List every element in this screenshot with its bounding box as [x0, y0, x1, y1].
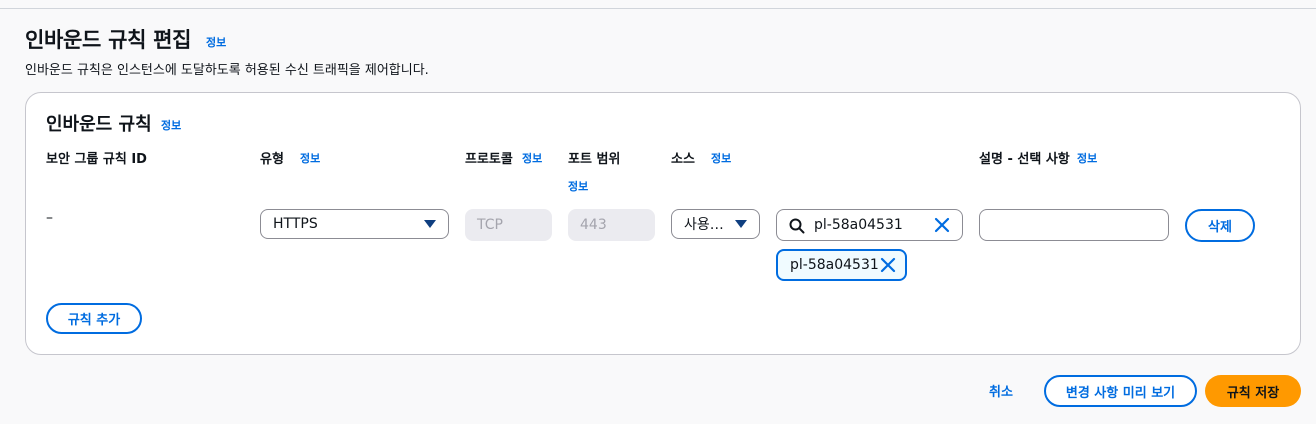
port-range-field: 443: [568, 209, 655, 241]
source-token: pl-58a04531: [776, 249, 907, 281]
source-search-input[interactable]: [814, 210, 924, 240]
col-header-rule-id: 보안 그룹 규칙 ID: [46, 152, 147, 167]
protocol-info-link[interactable]: 정보: [522, 150, 542, 166]
save-rules-button[interactable]: 규칙 저장: [1205, 375, 1301, 407]
close-icon[interactable]: [880, 257, 896, 273]
panel-title: 인바운드 규칙: [46, 114, 152, 135]
col-header-source: 소스: [671, 152, 695, 167]
description-input[interactable]: [979, 209, 1169, 241]
protocol-field: TCP: [465, 209, 552, 241]
col-header-type: 유형: [260, 152, 284, 167]
rule-id-value: –: [46, 210, 53, 226]
delete-rule-button[interactable]: 삭제: [1185, 209, 1255, 242]
caret-down-icon: [735, 220, 747, 228]
port-range-info-link[interactable]: 정보: [568, 178, 588, 194]
type-select[interactable]: HTTPS: [260, 209, 449, 239]
type-info-link[interactable]: 정보: [300, 150, 320, 166]
preview-changes-button[interactable]: 변경 사항 미리 보기: [1044, 375, 1197, 407]
source-token-label: pl-58a04531: [790, 257, 879, 273]
source-search-field[interactable]: [776, 209, 963, 241]
col-header-protocol: 프로토콜: [465, 152, 513, 167]
top-divider: [0, 8, 1316, 9]
inbound-rules-panel: 인바운드 규칙 정보 보안 그룹 규칙 ID 유형 정보 프로토콜 정보 포트 …: [25, 92, 1301, 355]
caret-down-icon: [424, 220, 436, 228]
page-description: 인바운드 규칙은 인스턴스에 도달하도록 허용된 수신 트래픽을 제어합니다.: [25, 63, 429, 78]
source-info-link[interactable]: 정보: [711, 150, 731, 166]
cancel-button[interactable]: 취소: [989, 381, 1013, 400]
page-title: 인바운드 규칙 편집: [25, 28, 192, 52]
add-rule-button[interactable]: 규칙 추가: [46, 303, 142, 334]
type-select-value: HTTPS: [273, 216, 318, 232]
col-header-port-range: 포트 범위: [568, 152, 621, 167]
source-type-select[interactable]: 사용…: [671, 209, 760, 239]
panel-info-link[interactable]: 정보: [161, 117, 181, 133]
source-type-select-value: 사용…: [684, 217, 724, 233]
page-info-link[interactable]: 정보: [206, 34, 226, 50]
close-icon[interactable]: [934, 217, 950, 233]
col-header-description: 설명 - 선택 사항: [979, 152, 1070, 167]
description-info-link[interactable]: 정보: [1077, 150, 1097, 166]
search-icon: [789, 218, 805, 234]
